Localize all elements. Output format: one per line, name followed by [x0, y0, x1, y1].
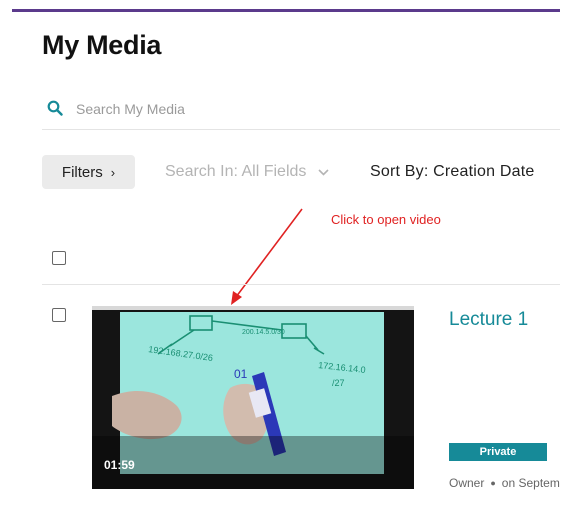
- annotation-text: Click to open video: [331, 212, 441, 227]
- video-duration: 01:59: [104, 458, 135, 472]
- search-bar: [42, 92, 560, 130]
- thumbnail-image: 192.168.27.0/26 172.16.14.0 /27 200.14.5…: [92, 306, 414, 489]
- svg-text:01: 01: [234, 367, 248, 381]
- filters-button[interactable]: Filters ›: [42, 155, 135, 189]
- entry-checkbox[interactable]: [52, 308, 66, 322]
- search-in-label: Search In: All Fields: [165, 163, 307, 180]
- svg-text:200.14.5.0/30: 200.14.5.0/30: [242, 329, 285, 336]
- video-thumbnail[interactable]: 192.168.27.0/26 172.16.14.0 /27 200.14.5…: [92, 306, 414, 489]
- filters-label: Filters: [61, 163, 103, 181]
- separator-dot: ●: [490, 478, 496, 488]
- status-badge: Private: [449, 443, 547, 461]
- page-title: My Media: [42, 30, 162, 60]
- search-input[interactable]: [76, 98, 536, 120]
- header-rule: [12, 9, 560, 12]
- list-divider: [42, 284, 560, 285]
- chevron-down-icon: [318, 168, 329, 176]
- entry-title-link[interactable]: Lecture 1: [449, 309, 528, 331]
- svg-text:/27: /27: [332, 378, 345, 388]
- sort-by-dropdown[interactable]: Sort By: Creation Date: [370, 163, 534, 181]
- entry-meta: Owner ● on Septem: [449, 476, 587, 490]
- entry-date: on Septem: [501, 476, 560, 490]
- entry-role: Owner: [449, 476, 485, 490]
- search-icon[interactable]: [47, 100, 63, 116]
- select-all-checkbox[interactable]: [52, 251, 66, 265]
- chevron-right-icon: ›: [110, 164, 116, 180]
- search-in-dropdown[interactable]: Search In: All Fields: [165, 163, 329, 181]
- annotation-arrow: [231, 208, 303, 305]
